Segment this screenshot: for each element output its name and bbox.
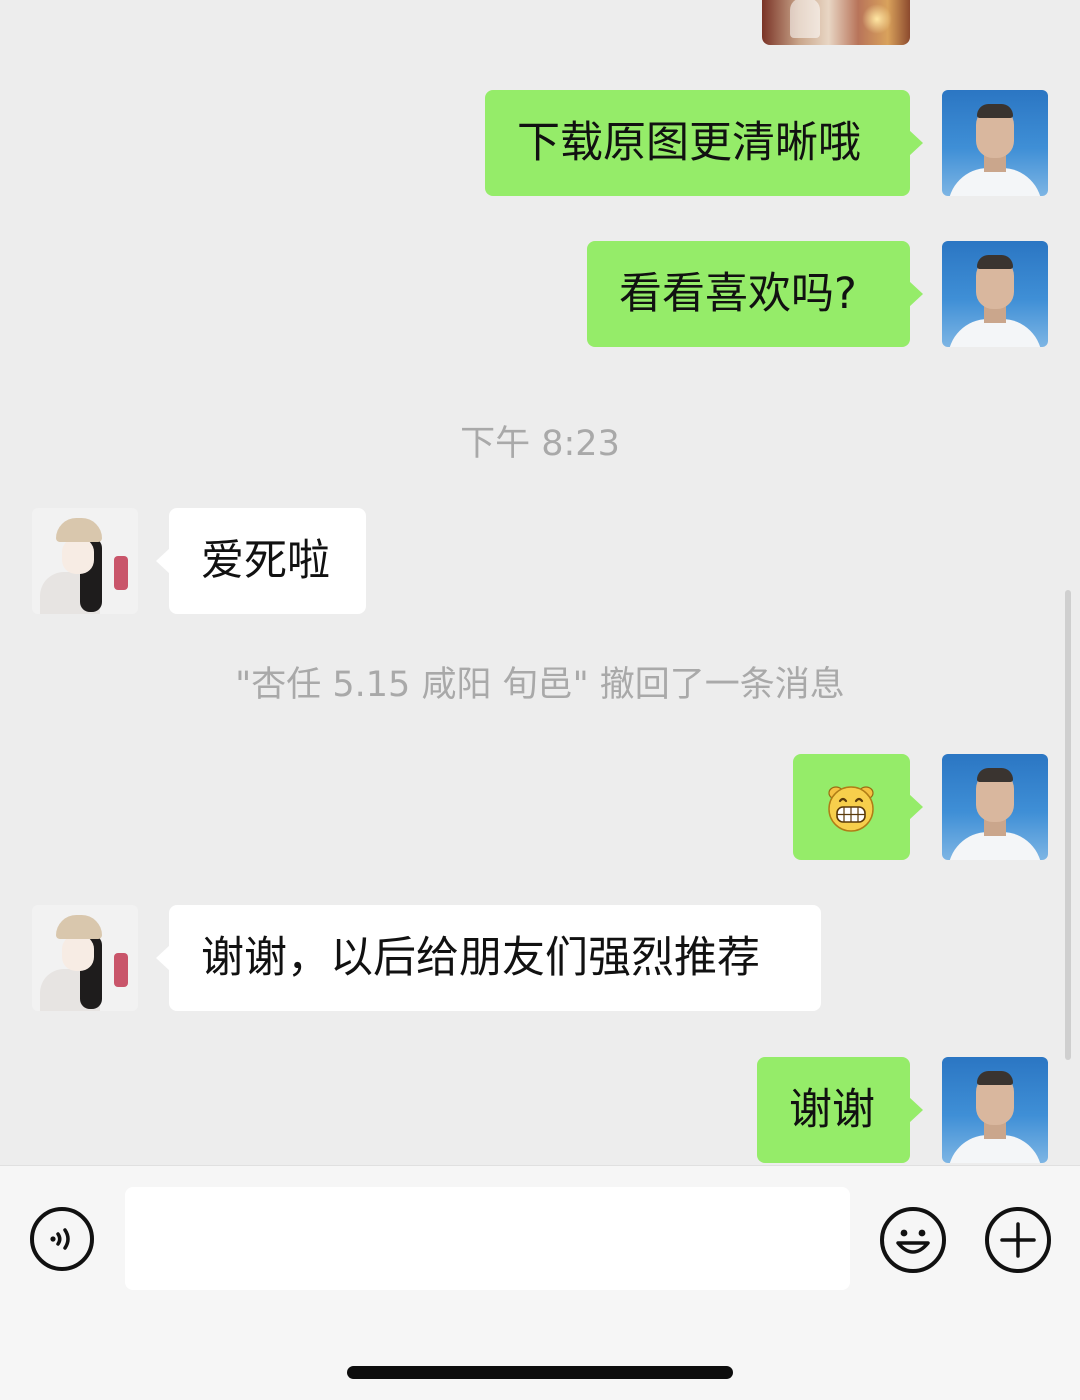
photo-figure — [790, 0, 820, 38]
my-avatar[interactable] — [942, 90, 1048, 196]
friend-avatar[interactable] — [32, 905, 138, 1011]
avatar-hair — [977, 768, 1013, 782]
message-timestamp: 下午 8:23 — [460, 424, 620, 464]
plus-icon[interactable] — [985, 1207, 1051, 1273]
chat-message-area[interactable]: 下载原图更清晰哦 看看喜欢吗? 下午 8:23 爱死啦 "杏任 5.15 咸阳 … — [0, 0, 1080, 1165]
avatar-hair — [977, 255, 1013, 269]
smiley-icon — [896, 1229, 930, 1254]
chat-input-bar — [0, 1165, 1080, 1400]
emoji-icon[interactable] — [880, 1207, 946, 1273]
photo-light — [862, 4, 892, 34]
avatar-shirt — [948, 832, 1042, 860]
avatar-shirt — [948, 168, 1042, 196]
avatar-hair — [977, 1071, 1013, 1085]
avatar-bottle — [114, 556, 128, 590]
avatar-shirt — [948, 1135, 1042, 1163]
voice-wave-icon — [50, 1228, 70, 1250]
plus-sign-icon — [1000, 1222, 1036, 1258]
emoji-message-bubble[interactable] — [793, 754, 923, 860]
avatar-hat — [56, 915, 102, 939]
message-bubble-mine[interactable]: 谢谢 — [757, 1057, 923, 1163]
message-input[interactable] — [125, 1187, 850, 1290]
home-indicator[interactable] — [347, 1366, 733, 1379]
avatar-face — [62, 538, 94, 574]
image-message-thumbnail[interactable] — [762, 0, 910, 45]
message-bubble-mine[interactable]: 下载原图更清晰哦 — [485, 90, 923, 196]
recall-notice: "杏任 5.15 咸阳 旬邑" 撤回了一条消息 — [235, 665, 845, 705]
my-avatar[interactable] — [942, 1057, 1048, 1163]
message-bubble-friend[interactable]: 谢谢，以后给朋友们强烈推荐 — [156, 905, 821, 1011]
grinning-face-icon — [828, 786, 874, 832]
avatar-face — [62, 935, 94, 971]
avatar-bottle — [114, 953, 128, 987]
message-bubble-mine[interactable]: 看看喜欢吗? — [587, 241, 923, 347]
avatar-hair — [977, 104, 1013, 118]
my-avatar[interactable] — [942, 241, 1048, 347]
my-avatar[interactable] — [942, 754, 1048, 860]
chat-scrollbar[interactable] — [1065, 590, 1071, 1060]
message-bubble-friend[interactable]: 爱死啦 — [156, 508, 366, 614]
friend-avatar[interactable] — [32, 508, 138, 614]
voice-icon[interactable] — [30, 1207, 94, 1271]
avatar-hat — [56, 518, 102, 542]
avatar-shirt — [948, 319, 1042, 347]
